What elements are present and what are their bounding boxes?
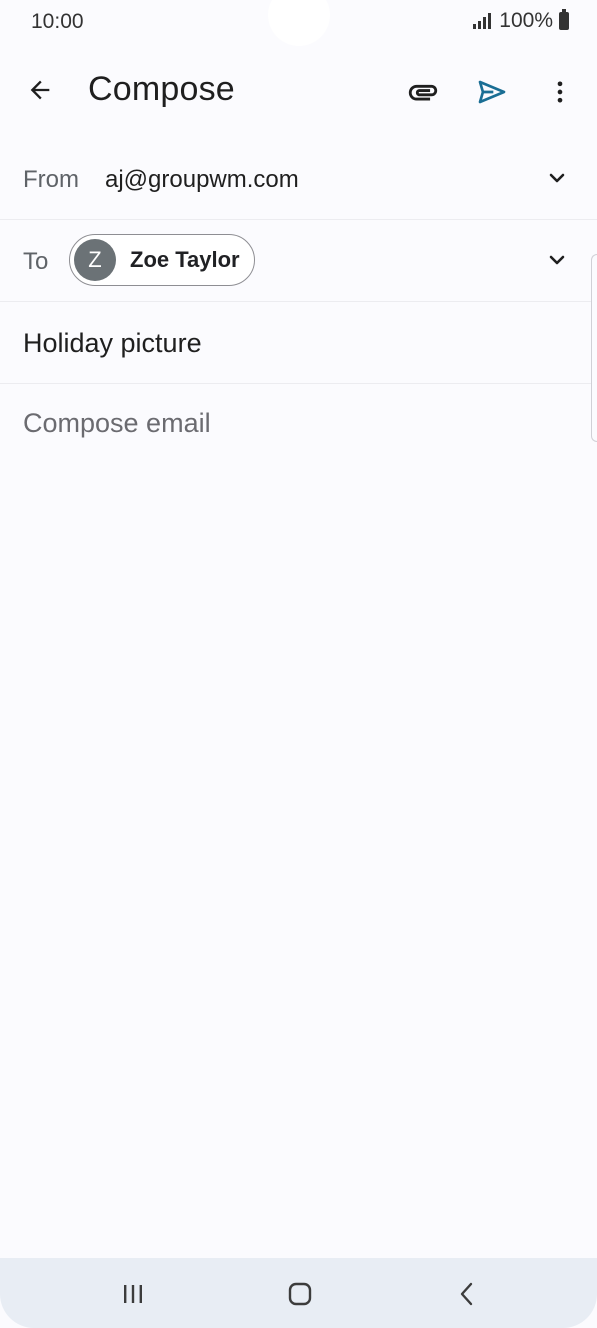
from-account-value[interactable]: aj@groupwm.com <box>105 166 299 194</box>
avatar: Z <box>74 239 116 281</box>
system-back-button[interactable] <box>443 1274 491 1314</box>
paperclip-icon <box>408 84 438 101</box>
from-row: From aj@groupwm.com <box>0 138 597 220</box>
status-time: 10:00 <box>31 10 84 33</box>
recipient-name: Zoe Taylor <box>130 247 240 272</box>
compose-toolbar: Compose <box>0 46 597 136</box>
camera-notch <box>268 0 330 46</box>
to-label: To <box>23 248 49 275</box>
recipient-chip[interactable]: Z Zoe Taylor <box>69 234 255 286</box>
back-arrow-icon <box>30 80 50 100</box>
more-vert-icon <box>557 81 563 103</box>
battery-percent: 100% <box>499 9 553 32</box>
send-button[interactable] <box>470 70 514 114</box>
signal-icon <box>473 13 492 29</box>
recent-apps-icon <box>124 1285 142 1303</box>
from-label: From <box>23 166 79 193</box>
attach-button[interactable] <box>401 72 445 112</box>
system-nav-bar <box>0 1258 597 1328</box>
send-icon <box>478 80 506 104</box>
edge-panel-handle[interactable] <box>591 254 597 442</box>
home-button[interactable] <box>276 1274 324 1314</box>
chevron-down-icon[interactable] <box>545 166 569 190</box>
status-bar: 10:00 100% <box>0 0 597 46</box>
home-icon <box>288 1282 312 1306</box>
recent-apps-button[interactable] <box>109 1274 157 1314</box>
back-button[interactable] <box>20 70 60 110</box>
to-row: To Z Zoe Taylor <box>0 220 597 302</box>
back-chevron-icon <box>460 1282 473 1306</box>
status-icons: 100% <box>473 9 569 33</box>
more-options-button[interactable] <box>540 70 580 114</box>
subject-row[interactable]: Holiday picture <box>0 302 597 384</box>
email-body-field[interactable]: Compose email <box>0 384 597 1254</box>
page-title: Compose <box>88 70 235 108</box>
chevron-down-icon[interactable] <box>545 248 569 272</box>
subject-field[interactable]: Holiday picture <box>23 328 202 359</box>
body-placeholder: Compose email <box>23 408 211 438</box>
battery-icon <box>559 9 569 30</box>
